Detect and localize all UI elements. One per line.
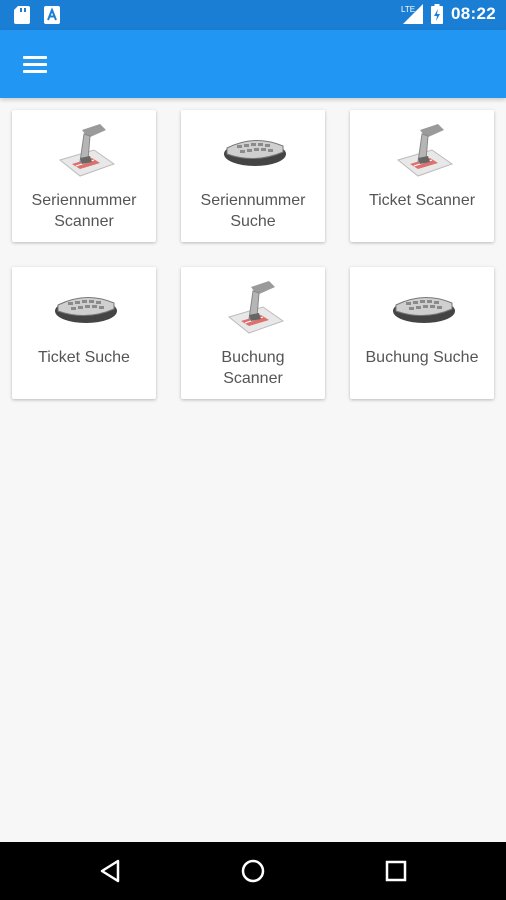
recents-icon[interactable] xyxy=(381,856,411,886)
system-nav-bar xyxy=(0,842,506,900)
tile-label: Seriennummer Scanner xyxy=(31,192,137,230)
tile-seriennummer-suche[interactable]: Seriennummer Suche xyxy=(181,110,325,242)
status-time: 08:22 xyxy=(451,4,496,23)
tile-label: Buchung Suche xyxy=(365,349,479,366)
menu-icon[interactable] xyxy=(20,50,50,80)
app-bar xyxy=(0,30,506,98)
back-icon[interactable] xyxy=(96,856,126,886)
tile-ticket-suche[interactable]: Ticket Suche xyxy=(12,267,156,399)
tile-buchung-suche[interactable]: Buchung Suche xyxy=(350,267,494,399)
keyboard-icon xyxy=(224,140,286,166)
hand-scanner-icon xyxy=(396,124,454,177)
svg-text:LTE: LTE xyxy=(401,5,415,14)
tile-label: Seriennummer Suche xyxy=(200,192,306,230)
home-icon[interactable] xyxy=(238,856,268,886)
keyboard-icon xyxy=(393,297,455,323)
tile-seriennummer-scanner[interactable]: Seriennummer Scanner xyxy=(12,110,156,242)
hand-scanner-icon xyxy=(227,281,285,334)
tile-label: Ticket Suche xyxy=(38,349,130,366)
tile-label: Buchung Scanner xyxy=(221,349,285,387)
keyboard-icon xyxy=(55,297,117,323)
tile-buchung-scanner[interactable]: Buchung Scanner xyxy=(181,267,325,399)
tile-label: Ticket Scanner xyxy=(368,192,476,209)
signal-icon: LTE xyxy=(401,4,424,24)
a-notification-icon xyxy=(44,6,60,24)
hand-scanner-icon xyxy=(58,124,116,177)
sd-card-icon xyxy=(14,6,30,24)
status-bar: LTE 08:22 xyxy=(0,0,506,30)
battery-icon xyxy=(431,4,444,24)
tile-ticket-scanner[interactable]: Ticket Scanner xyxy=(350,110,494,242)
